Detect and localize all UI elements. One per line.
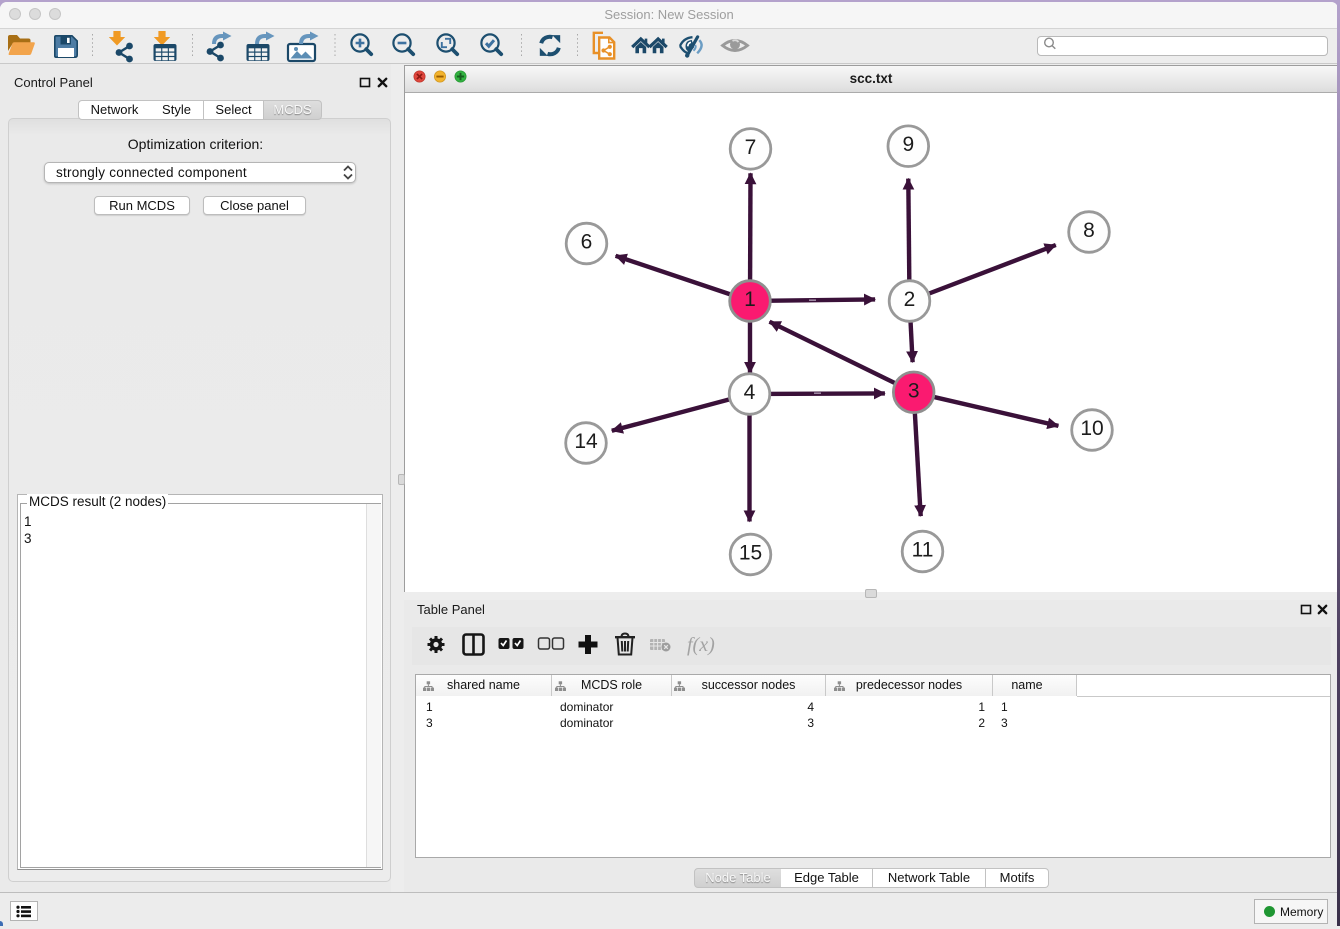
- svg-text:6: 6: [581, 231, 593, 254]
- svg-text:10: 10: [1080, 417, 1103, 440]
- svg-text:9: 9: [902, 133, 914, 156]
- svg-text:7: 7: [745, 136, 757, 159]
- svg-text:2: 2: [904, 288, 916, 311]
- svg-text:8: 8: [1083, 219, 1095, 242]
- svg-text:f(x): f(x): [687, 634, 715, 656]
- svg-text:1: 1: [744, 288, 756, 311]
- svg-text:15: 15: [739, 542, 762, 565]
- svg-text:3: 3: [908, 379, 920, 402]
- svg-text:4: 4: [744, 381, 756, 404]
- svg-text:14: 14: [574, 430, 598, 453]
- svg-text:11: 11: [912, 539, 934, 562]
